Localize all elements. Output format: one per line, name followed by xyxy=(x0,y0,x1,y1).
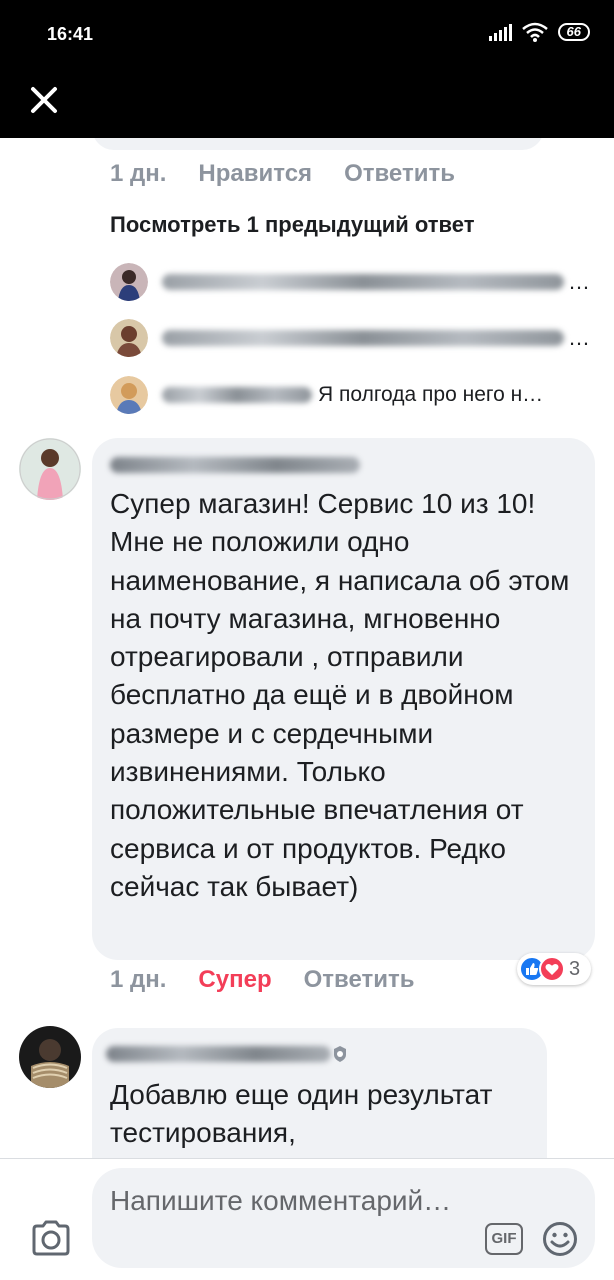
close-icon[interactable] xyxy=(28,84,60,116)
signal-icon xyxy=(488,23,512,41)
comment-time: 1 дн. xyxy=(110,160,167,187)
wifi-icon xyxy=(521,22,548,42)
reactions-summary[interactable]: 3 xyxy=(517,953,591,985)
reply-button[interactable]: Ответить xyxy=(344,160,455,188)
like-button[interactable]: Нравится xyxy=(198,160,312,188)
status-time: 16:41 xyxy=(47,24,94,44)
comment-time: 1 дн. xyxy=(110,966,167,993)
reply-item[interactable]: … xyxy=(110,319,590,357)
blurred-name xyxy=(106,1046,331,1062)
top-bar: 16:41 66 xyxy=(0,0,614,138)
avatar xyxy=(110,319,148,357)
blurred-name xyxy=(162,387,312,403)
previous-comment-bubble xyxy=(92,138,544,150)
avatar[interactable] xyxy=(19,1026,81,1088)
comment-text: Добавлю еще один результат тестирования, xyxy=(110,1079,493,1149)
reply-button[interactable]: Ответить xyxy=(304,966,415,994)
status-icons: 66 xyxy=(488,22,590,42)
emoji-icon[interactable] xyxy=(542,1221,578,1257)
comments-list: 1 дн. Нравится Ответить Посмотреть 1 пре… xyxy=(0,138,614,1158)
blurred-name xyxy=(110,457,360,473)
battery-icon: 66 xyxy=(557,23,590,41)
reply-item[interactable]: … xyxy=(110,263,590,301)
reply-text: … xyxy=(568,269,590,294)
reply-item[interactable]: Я полгода про него н… xyxy=(110,376,590,414)
divider xyxy=(0,1158,614,1159)
avatar xyxy=(110,376,148,414)
camera-icon[interactable] xyxy=(30,1218,72,1258)
reaction-button[interactable]: Супер xyxy=(198,966,271,994)
blurred-name xyxy=(162,330,564,346)
comment-text: Супер магазин! Сервис 10 из 10! Мне не п… xyxy=(110,488,570,902)
blurred-name xyxy=(162,274,564,290)
love-icon xyxy=(539,956,565,982)
comment-input-placeholder: Напишите комментарий… xyxy=(110,1185,452,1216)
comment-actions: 1 дн. Супер Ответить xyxy=(110,966,415,994)
avatar[interactable] xyxy=(19,438,81,500)
avatar xyxy=(110,263,148,301)
previous-comment-actions: 1 дн. Нравится Ответить xyxy=(110,160,455,188)
badge-icon xyxy=(334,1046,346,1062)
reply-text: … xyxy=(568,325,590,350)
gif-icon[interactable]: GIF xyxy=(485,1223,523,1255)
comment-bubble: Супер магазин! Сервис 10 из 10! Мне не п… xyxy=(92,438,595,960)
reply-text: Я полгода про него н… xyxy=(318,383,544,406)
comment-bubble: Добавлю еще один результат тестирования, xyxy=(92,1028,547,1158)
comment-input[interactable]: Напишите комментарий… GIF xyxy=(92,1168,595,1268)
view-previous-replies-link[interactable]: Посмотреть 1 предыдущий ответ xyxy=(110,212,475,238)
reaction-count: 3 xyxy=(569,957,581,980)
